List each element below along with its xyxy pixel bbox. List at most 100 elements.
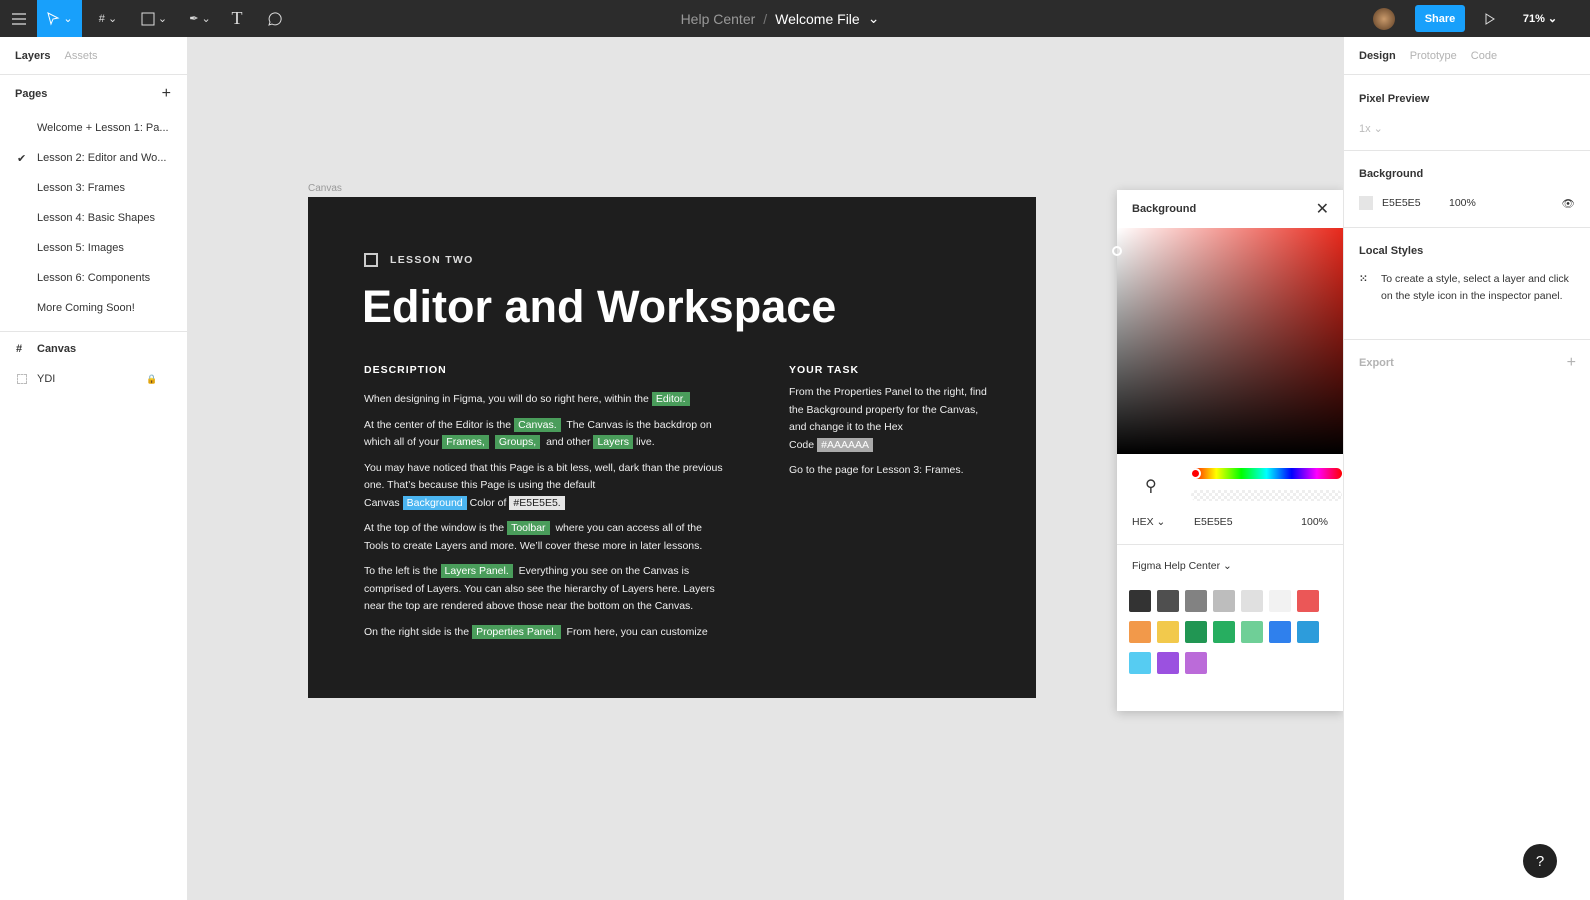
bg-color-swatch[interactable] — [1359, 196, 1373, 210]
move-tool[interactable]: ⌄ — [37, 0, 82, 37]
pixel-preview-dropdown[interactable]: 1x ⌄ — [1359, 122, 1575, 135]
eye-icon[interactable]: 👁 — [1562, 197, 1575, 210]
highlight-tag: Canvas. — [514, 417, 561, 432]
tab-design[interactable]: Design — [1359, 50, 1396, 62]
text-tool[interactable]: T — [225, 0, 249, 37]
close-icon[interactable]: ✕ — [1316, 199, 1329, 219]
local-styles-heading: Local Styles — [1359, 245, 1424, 257]
avatar[interactable] — [1373, 7, 1395, 30]
color-swatch[interactable] — [1269, 621, 1291, 643]
color-mode-dropdown[interactable]: HEX ⌄ — [1132, 516, 1194, 528]
zoom-dropdown[interactable]: 71% ⌄ — [1515, 0, 1565, 37]
highlight-tag: #E5E5E5. — [509, 495, 565, 510]
text-run: From here, you can customize — [563, 625, 708, 638]
page-item-current[interactable]: ✔ Lesson 2: Editor and Wo... — [0, 143, 187, 173]
paragraph: At the top of the window is the Toolbar w… — [364, 520, 726, 555]
toolbar: ⌄ # ⌄ ⌄ ✒ ⌄ T Help Center / Welcome File… — [0, 0, 1590, 37]
color-swatch[interactable] — [1297, 590, 1319, 612]
color-swatch[interactable] — [1129, 621, 1151, 643]
zoom-value: 71% — [1522, 12, 1545, 25]
color-swatch[interactable] — [1241, 590, 1263, 612]
color-swatch[interactable] — [1185, 590, 1207, 612]
description-body: When designing in Figma, you will do so … — [364, 391, 726, 649]
color-swatch[interactable] — [1269, 590, 1291, 612]
text-run: On the right side is the — [364, 625, 470, 638]
text-run: When designing in Figma, you will do so … — [364, 393, 649, 405]
breadcrumb-parent[interactable]: Help Center — [681, 11, 756, 27]
color-swatch[interactable] — [1213, 590, 1235, 612]
paragraph: To the left is the Layers Panel. Everythi… — [364, 563, 726, 616]
layer-canvas[interactable]: # Canvas — [0, 334, 187, 364]
picker-title: Background — [1132, 203, 1197, 215]
share-button[interactable]: Share — [1415, 5, 1465, 32]
layer-ydi[interactable]: YDI 🔒 — [0, 364, 187, 394]
page-item[interactable]: Lesson 4: Basic Shapes — [0, 203, 187, 233]
color-swatch[interactable] — [1185, 652, 1207, 674]
pages-heading: Pages — [15, 88, 48, 100]
tab-layers[interactable]: Layers — [15, 50, 50, 62]
page-label: Lesson 3: Frames — [37, 182, 126, 194]
page-item[interactable]: Lesson 6: Components — [0, 263, 187, 293]
page-item[interactable]: Welcome + Lesson 1: Pa... — [0, 113, 187, 143]
color-swatch[interactable] — [1129, 590, 1151, 612]
page-label: Lesson 6: Components — [37, 272, 151, 284]
page-item[interactable]: Lesson 5: Images — [0, 233, 187, 263]
group-icon — [17, 374, 27, 384]
page-item[interactable]: Lesson 3: Frames — [0, 173, 187, 203]
layers-panel: Layers Assets Pages + Welcome + Lesson 1: … — [0, 37, 188, 900]
play-icon[interactable] — [1480, 0, 1500, 37]
lock-icon[interactable]: 🔒 — [146, 374, 157, 385]
swatch-grid — [1129, 590, 1339, 683]
tab-prototype[interactable]: Prototype — [1410, 50, 1457, 62]
hue-handle[interactable] — [1190, 468, 1201, 479]
bg-opacity-value[interactable]: 100% — [1449, 197, 1562, 209]
color-swatch[interactable] — [1129, 652, 1151, 674]
hex-input[interactable]: E5E5E5 — [1194, 516, 1301, 528]
menu-icon[interactable] — [0, 0, 37, 37]
tab-assets[interactable]: Assets — [64, 50, 97, 62]
check-icon: ✔ — [17, 152, 27, 165]
color-swatch[interactable] — [1185, 621, 1207, 643]
eyedropper-icon[interactable]: ⚲ — [1145, 476, 1157, 496]
help-button[interactable]: ? — [1523, 844, 1557, 878]
saturation-field[interactable] — [1112, 228, 1343, 454]
pen-tool[interactable]: ✒ ⌄ — [180, 0, 220, 37]
description-heading: DESCRIPTION — [364, 364, 447, 376]
color-swatch[interactable] — [1241, 621, 1263, 643]
library-dropdown[interactable]: Figma Help Center ⌄ — [1132, 560, 1232, 572]
color-handle[interactable] — [1112, 246, 1122, 256]
text-run: Go to the page for Lesson 3: Frames. — [789, 464, 964, 476]
opacity-slider[interactable] — [1191, 490, 1342, 501]
paragraph: From the Properties Panel to the right, … — [789, 384, 989, 454]
hue-slider[interactable] — [1190, 468, 1342, 479]
text-run: live. — [635, 436, 655, 448]
tab-code[interactable]: Code — [1471, 50, 1497, 62]
comment-icon[interactable] — [262, 0, 286, 37]
opacity-input[interactable]: 100% — [1301, 516, 1328, 528]
file-name[interactable]: Welcome File — [775, 11, 860, 27]
color-swatch[interactable] — [1157, 621, 1179, 643]
style-icon: ⁙ — [1359, 273, 1368, 285]
shape-tool[interactable]: ⌄ — [134, 0, 174, 37]
add-page-icon[interactable]: + — [162, 85, 171, 103]
text-run: At the top of the window is the — [364, 522, 505, 534]
frame-tool[interactable]: # ⌄ — [88, 0, 128, 37]
breadcrumb-separator: / — [763, 10, 768, 27]
pixel-value: 1x — [1359, 123, 1371, 135]
canvas-frame[interactable]: LESSON TWO Editor and Workspace DESCRIPT… — [308, 197, 1036, 698]
chevron-down-icon[interactable]: ⌄ — [868, 10, 880, 27]
text-run: At the center of the Editor is the — [364, 418, 512, 431]
text-run: and other — [543, 436, 591, 448]
color-swatch[interactable] — [1297, 621, 1319, 643]
color-swatch[interactable] — [1213, 621, 1235, 643]
color-swatch[interactable] — [1157, 590, 1179, 612]
page-item[interactable]: More Coming Soon! — [0, 293, 187, 323]
page-label: Lesson 5: Images — [37, 242, 124, 254]
layer-label: YDI — [37, 373, 56, 385]
color-swatch[interactable] — [1157, 652, 1179, 674]
highlight-tag: Layers — [593, 435, 633, 449]
frame-label[interactable]: Canvas — [308, 183, 342, 194]
background-heading: Background — [1359, 168, 1424, 180]
add-export-icon[interactable]: + — [1567, 354, 1576, 372]
bg-hex-value[interactable]: E5E5E5 — [1382, 197, 1449, 209]
